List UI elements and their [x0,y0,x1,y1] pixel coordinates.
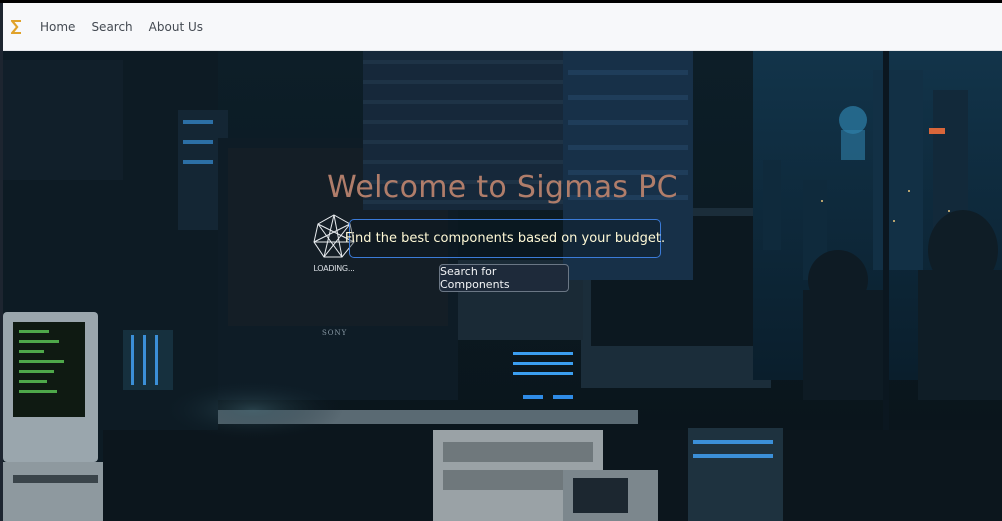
nav-search-link[interactable]: Search [91,20,132,34]
hero-section: Welcome to Sigmas PC LOADING... Find the… [3,50,1002,521]
page: Home Search About Us Welcome to Sigmas P… [0,0,1002,521]
nav-about-link[interactable]: About Us [149,20,203,34]
hero-tagline: Find the best components based on your b… [344,231,666,246]
tagline-box: Find the best components based on your b… [345,219,665,258]
loading-text: LOADING... [313,264,355,273]
sigma-logo-icon[interactable] [9,17,23,37]
window-left-border [0,3,3,521]
nav-home-link[interactable]: Home [40,20,75,34]
nav-links: Home Search About Us [40,3,203,50]
search-components-button[interactable]: Search for Components [439,264,569,292]
hero-title: Welcome to Sigmas PC [327,170,678,205]
monitor-brand-label: SONY [322,329,348,337]
navbar: Home Search About Us [3,3,1002,51]
